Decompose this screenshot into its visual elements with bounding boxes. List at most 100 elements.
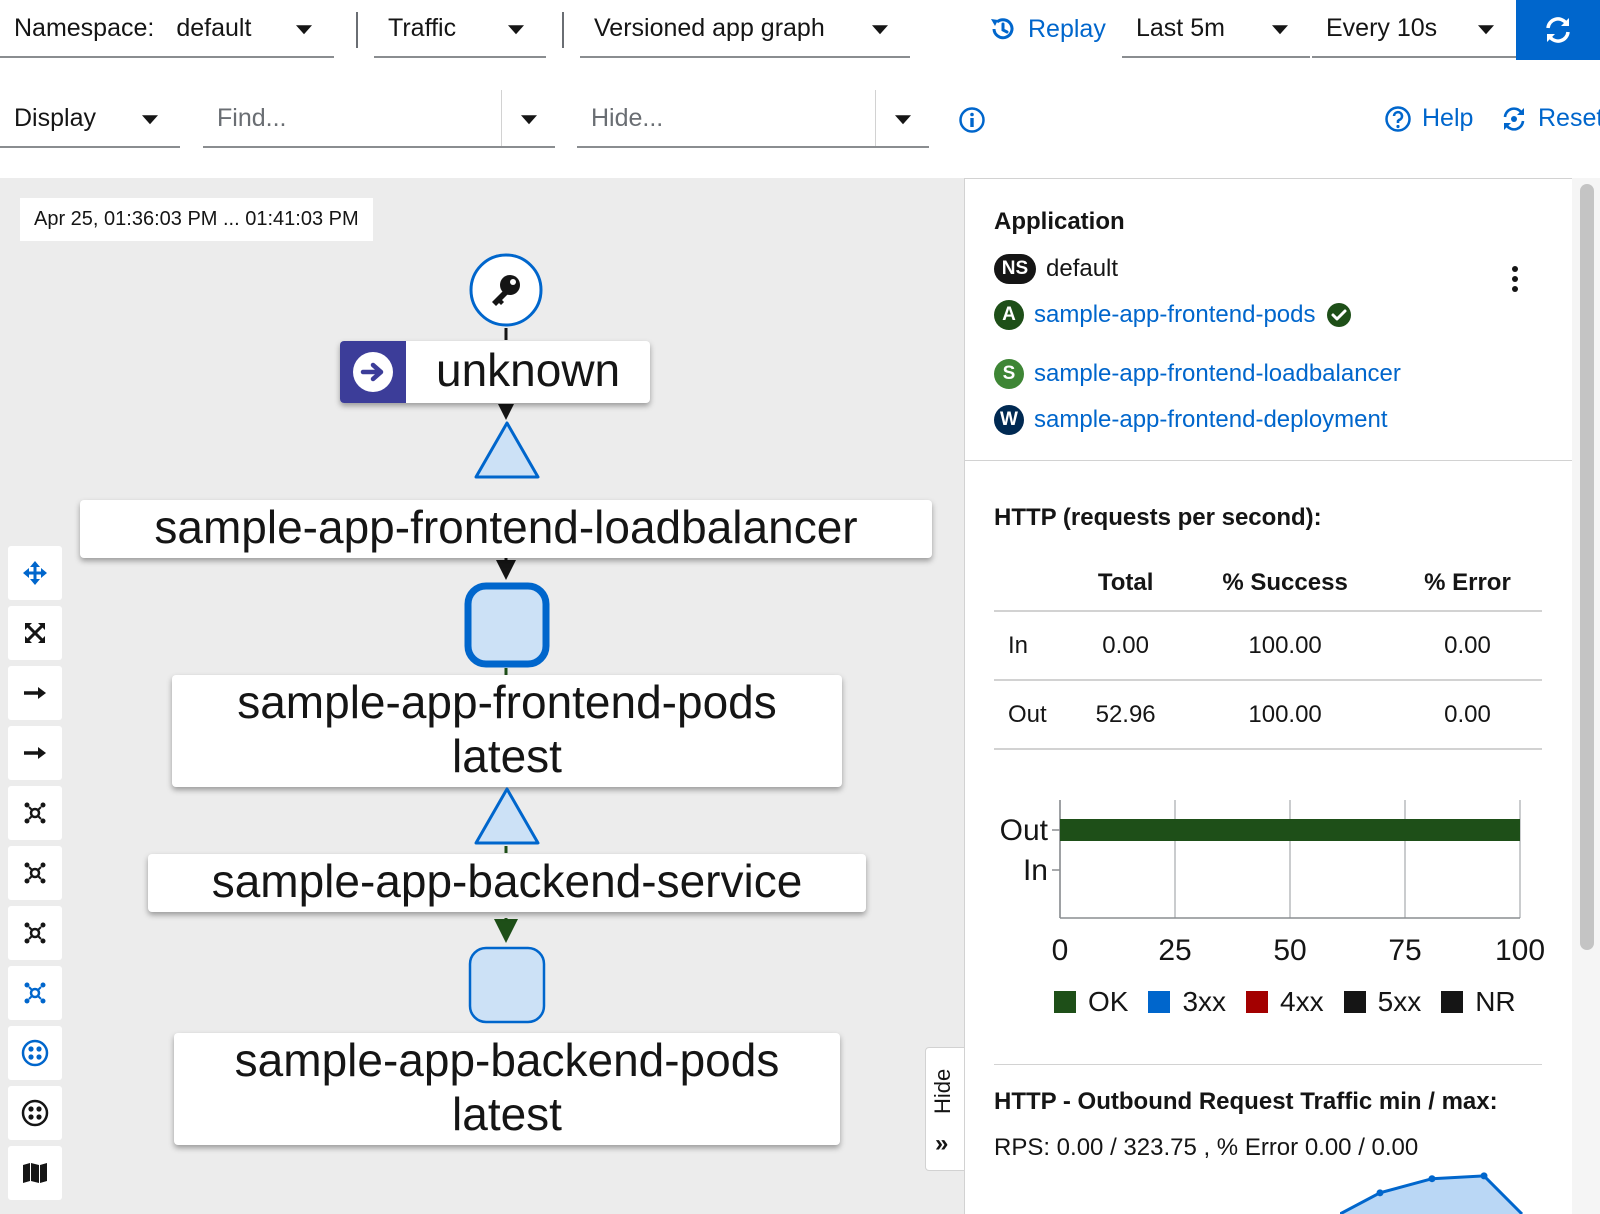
topology-icon (24, 922, 46, 944)
app-node-backend-pods[interactable] (468, 946, 546, 1024)
reset-button[interactable]: Reset (1500, 104, 1600, 133)
refresh-interval-dropdown[interactable]: Every 10s (1312, 0, 1516, 58)
replay-button[interactable]: Replay (988, 14, 1106, 44)
namespace-name: default (1046, 255, 1119, 282)
expand-icon (25, 623, 45, 643)
refresh-button[interactable] (1516, 0, 1600, 60)
node-label-unknown[interactable]: unknown (340, 341, 651, 403)
cluster-icon (21, 1039, 49, 1067)
find-input[interactable]: Find... (203, 104, 501, 133)
x-tick-label: 0 (1052, 934, 1069, 967)
table-cell: 0.00 (1074, 611, 1178, 681)
double-chevron-right-icon: » (935, 1130, 949, 1157)
find-dropdown-toggle[interactable] (501, 90, 555, 146)
http-rates-table: Total % Success % Error In 0.00 100.00 0… (994, 555, 1542, 750)
workload-link[interactable]: sample-app-frontend-deployment (1034, 406, 1388, 434)
table-header: Total (1074, 555, 1178, 612)
legend-button[interactable] (8, 1146, 62, 1200)
y-tick-label: Out (1000, 814, 1049, 847)
layout-4-button-active[interactable] (8, 966, 62, 1020)
app-node-frontend-pods[interactable] (464, 582, 550, 668)
zoom-to-fit-button[interactable] (8, 606, 62, 660)
app-badge: A (994, 300, 1024, 330)
caret-down-icon (894, 115, 911, 125)
node-label-frontend-pods[interactable]: sample-app-frontend-pods latest (172, 675, 842, 787)
legend-swatch (1441, 991, 1464, 1013)
reset-label: Reset (1538, 104, 1600, 132)
help-icon (1385, 105, 1411, 132)
arrow-right-icon (24, 687, 46, 699)
reset-layout-icon (1503, 106, 1525, 131)
unknown-source-node[interactable] (468, 252, 544, 328)
namespace-value: default (176, 13, 252, 42)
caret-down-icon (872, 25, 888, 35)
duration-dropdown[interactable]: Last 5m (1122, 0, 1310, 58)
node-label-loadbalancer[interactable]: sample-app-frontend-loadbalancer (80, 500, 932, 558)
namespace-layout-active-button[interactable] (8, 1026, 62, 1080)
caret-down-icon (520, 115, 537, 125)
service-link[interactable]: sample-app-frontend-loadbalancer (1034, 360, 1401, 388)
history-icon (991, 18, 1014, 40)
traffic-dropdown[interactable]: Traffic (374, 0, 546, 58)
legend-swatch (1054, 991, 1076, 1013)
graph-type-dropdown[interactable]: Versioned app graph (580, 0, 910, 58)
graph-type-label: Versioned app graph (594, 13, 825, 42)
legend-item[interactable]: NR (1441, 986, 1516, 1018)
legend-item[interactable]: 4xx (1246, 986, 1324, 1018)
hide-field[interactable]: Hide... (577, 90, 929, 148)
http-title: HTTP (requests per second): (994, 504, 1322, 531)
topology-icon (24, 982, 46, 1004)
find-field[interactable]: Find... (203, 90, 555, 148)
x-tick-label: 100 (1495, 934, 1545, 967)
sparkline-point (1480, 1172, 1488, 1180)
layout-1-button[interactable] (8, 786, 62, 840)
info-icon[interactable] (958, 106, 986, 134)
hide-dropdown-toggle[interactable] (875, 90, 929, 146)
table-cell: 100.00 (1177, 680, 1393, 750)
graph-canvas[interactable]: Apr 25, 01:36:03 PM ... 01:41:03 PM unkn… (0, 178, 964, 1214)
legend-swatch (1343, 991, 1366, 1013)
x-tick-label: 50 (1273, 934, 1306, 967)
panel-divider (994, 1064, 1542, 1065)
display-dropdown[interactable]: Display (0, 90, 180, 148)
legend-item[interactable]: OK (1054, 986, 1128, 1018)
app-link[interactable]: sample-app-frontend-pods (1034, 301, 1316, 329)
layout-2-button[interactable] (8, 846, 62, 900)
layout-horizontal-button[interactable] (8, 726, 62, 780)
panel-divider (964, 460, 1572, 461)
workload-row: W sample-app-frontend-deployment (994, 405, 1388, 435)
x-tick-label: 75 (1388, 934, 1421, 967)
table-row: In 0.00 100.00 0.00 (994, 611, 1542, 681)
node-label-text: sample-app-frontend-loadbalancer (154, 501, 858, 553)
namespace-badge: NS (994, 254, 1036, 284)
service-node-backend[interactable] (472, 786, 542, 846)
legend-swatch (1246, 991, 1269, 1013)
node-label-backend-service[interactable]: sample-app-backend-service (148, 854, 866, 912)
toolbar-divider (356, 12, 358, 48)
replay-label: Replay (1028, 14, 1106, 43)
caret-down-icon (508, 25, 524, 35)
caret-down-icon (142, 115, 158, 125)
kebab-menu-icon[interactable] (1509, 264, 1521, 294)
legend-item[interactable]: 3xx (1148, 986, 1226, 1018)
layout-default-button[interactable] (8, 666, 62, 720)
table-row: Out 52.96 100.00 0.00 (994, 680, 1542, 750)
hide-panel-label: Hide (930, 1068, 955, 1114)
layout-3-button[interactable] (8, 906, 62, 960)
service-node-loadbalancer[interactable] (472, 420, 542, 480)
hide-panel-tab[interactable]: Hide » (925, 1047, 965, 1171)
y-tick-label: In (1023, 854, 1048, 887)
help-button[interactable]: Help (1384, 104, 1473, 133)
legend-item[interactable]: 5xx (1343, 986, 1422, 1018)
panel-scrollbar[interactable] (1580, 184, 1594, 950)
node-label-backend-pods[interactable]: sample-app-backend-pods latest (174, 1033, 840, 1145)
legend-label: 5xx (1377, 986, 1422, 1017)
namespace-layout-button[interactable] (8, 1086, 62, 1140)
hide-input[interactable]: Hide... (577, 104, 875, 133)
table-header: % Success (1177, 555, 1393, 612)
table-header-row: Total % Success % Error (994, 555, 1542, 612)
table-cell: 0.00 (1392, 611, 1542, 681)
namespace-dropdown[interactable]: Namespace: default (0, 0, 334, 58)
arrow-circle-right-icon (340, 341, 406, 403)
pan-button[interactable] (8, 546, 62, 600)
